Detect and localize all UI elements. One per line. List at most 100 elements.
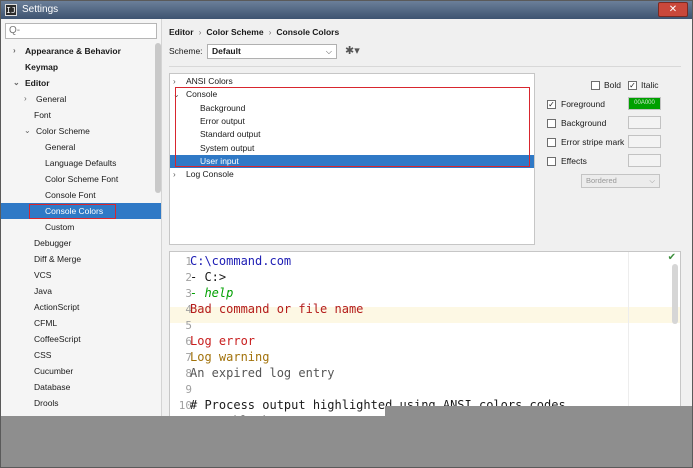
breadcrumb-item[interactable]: Console Colors (276, 27, 339, 37)
sidebar-item-label: Database (34, 382, 71, 392)
console-highlight-box (175, 87, 530, 167)
title-bar[interactable]: IJ Settings ✕ (1, 1, 692, 19)
line-number: 8 (185, 367, 192, 380)
sidebar-item-label: ActionScript (34, 302, 80, 312)
chevron-down-icon[interactable]: ⌄ (13, 75, 20, 91)
foreground-checkbox[interactable]: ✓ (547, 100, 556, 109)
sidebar-item[interactable]: ActionScript (1, 299, 161, 315)
line-number: 1 (185, 255, 192, 268)
preview-code-line: - C:> (190, 270, 227, 284)
sidebar-item[interactable]: › General (1, 91, 161, 107)
breadcrumb-separator: › (268, 27, 272, 37)
effects-checkbox[interactable] (547, 157, 556, 166)
sidebar-item-label: CSS (34, 350, 52, 360)
gear-icon[interactable]: ✱▾ (345, 44, 360, 57)
background-color-swatch[interactable] (628, 116, 661, 129)
line-number: 7 (185, 351, 192, 364)
sidebar-item[interactable]: ⌄ Color Scheme (1, 123, 161, 139)
attribute-properties: Bold ✓ Italic ✓ Foreground 00A000 Backgr… (541, 73, 691, 245)
attribute-tree-item[interactable]: › Log Console (170, 168, 534, 181)
search-input[interactable]: Q- (5, 23, 157, 39)
scheme-dropdown[interactable]: Default ⌵ (207, 44, 337, 59)
attribute-tree: › Log Console User input System output Stand… (169, 73, 535, 245)
preview-code-line: - help (190, 286, 234, 300)
sidebar-item-label: Color Scheme (36, 126, 90, 136)
sidebar-item[interactable]: › Appearance & Behavior (1, 43, 161, 59)
line-number: 6 (185, 335, 192, 348)
line-number: 2 (185, 271, 192, 284)
sidebar-scrollbar[interactable] (155, 43, 161, 193)
line-number: 3 (185, 287, 192, 300)
settings-sidebar: Q- › Appearance & Behavior Keymap ⌄ Editor › G… (1, 19, 162, 467)
chevron-down-icon[interactable]: ⌄ (24, 123, 31, 139)
preview-code-line: C:\command.com (190, 254, 292, 268)
sidebar-item-label: Language Defaults (45, 158, 117, 168)
search-icon: Q- (9, 25, 21, 36)
foreground-color-swatch[interactable]: 00A000 (628, 97, 661, 110)
sidebar-item[interactable]: Diff & Merge (1, 251, 161, 267)
sidebar-item[interactable]: CSS (1, 347, 161, 363)
sidebar-item-label: CoffeeScript (34, 334, 81, 344)
effect-type-value: Bordered (586, 176, 617, 185)
foreground-label: Foreground (561, 99, 605, 109)
sidebar-item-label: Diff & Merge (34, 254, 82, 264)
italic-checkbox[interactable]: ✓ (628, 81, 637, 90)
sidebar-item[interactable]: CFML (1, 315, 161, 331)
sidebar-item[interactable]: Language Defaults (1, 155, 161, 171)
sidebar-item[interactable]: Color Scheme Font (1, 171, 161, 187)
sidebar-item[interactable]: Cucumber (1, 363, 161, 379)
preview-code-line: Log error (190, 334, 256, 348)
chevron-down-icon: ⌵ (649, 176, 655, 185)
breadcrumb: Editor › Color Scheme › Console Colors (169, 27, 339, 37)
sidebar-item-label: Editor (25, 78, 50, 88)
preview-scrollbar[interactable] (672, 264, 678, 324)
sidebar-item-label: General (45, 142, 76, 152)
breadcrumb-item[interactable]: Editor (169, 27, 194, 37)
error-stripe-checkbox[interactable] (547, 138, 556, 147)
preview-code-line: Bad command or file name (190, 302, 364, 316)
sidebar-item-label: Appearance & Behavior (25, 46, 121, 56)
chevron-right-icon[interactable]: › (173, 168, 176, 181)
sidebar-item[interactable]: Database (1, 379, 161, 395)
chevron-down-icon: ⌵ (325, 47, 332, 56)
background-label: Background (561, 118, 607, 128)
sidebar-item[interactable]: Custom (1, 219, 161, 235)
scheme-value: Default (212, 46, 241, 56)
close-button[interactable]: ✕ (658, 2, 688, 17)
sidebar-item-label: VCS (34, 270, 52, 280)
effects-label: Effects (561, 156, 587, 166)
sidebar-item[interactable]: Java (1, 283, 161, 299)
effects-color-swatch[interactable] (628, 154, 661, 167)
sidebar-item[interactable]: Drools (1, 395, 161, 411)
settings-window: IJ Settings ✕ Q- › Appearance & Behavior K… (0, 0, 693, 468)
effect-type-dropdown[interactable]: Bordered ⌵ (581, 174, 660, 188)
sidebar-item-label: Color Scheme Font (45, 174, 119, 184)
sidebar-item[interactable]: Font (1, 107, 161, 123)
sidebar-item[interactable]: VCS (1, 267, 161, 283)
sidebar-item-label: Console Font (45, 190, 96, 200)
sidebar-item[interactable]: Console Colors (1, 203, 161, 219)
sidebar-item[interactable]: Keymap (1, 59, 161, 75)
sidebar-item-label: Drools (34, 398, 59, 408)
sidebar-item-label: CFML (34, 318, 58, 328)
background-checkbox[interactable] (547, 119, 556, 128)
sidebar-item[interactable]: Debugger (1, 235, 161, 251)
sidebar-item[interactable]: ⌄ Editor (1, 75, 161, 91)
sidebar-item[interactable]: General (1, 139, 161, 155)
preview-code-line: Log warning (190, 350, 270, 364)
sidebar-item[interactable]: CoffeeScript (1, 331, 161, 347)
line-number: 9 (185, 383, 192, 396)
breadcrumb-item[interactable]: Color Scheme (206, 27, 263, 37)
sidebar-item-label: Java (34, 286, 52, 296)
chevron-right-icon[interactable]: › (13, 43, 16, 59)
intellij-app-icon: IJ (5, 4, 17, 16)
occlusion-overlay (1, 416, 692, 467)
error-stripe-label: Error stripe mark (561, 137, 625, 147)
italic-label: Italic (641, 80, 659, 90)
bold-checkbox[interactable] (591, 81, 600, 90)
line-number: 4 (185, 303, 192, 316)
sidebar-item[interactable]: Console Font (1, 187, 161, 203)
error-stripe-color-swatch[interactable] (628, 135, 661, 148)
line-number: 10 (178, 399, 192, 412)
chevron-right-icon[interactable]: › (24, 91, 27, 107)
